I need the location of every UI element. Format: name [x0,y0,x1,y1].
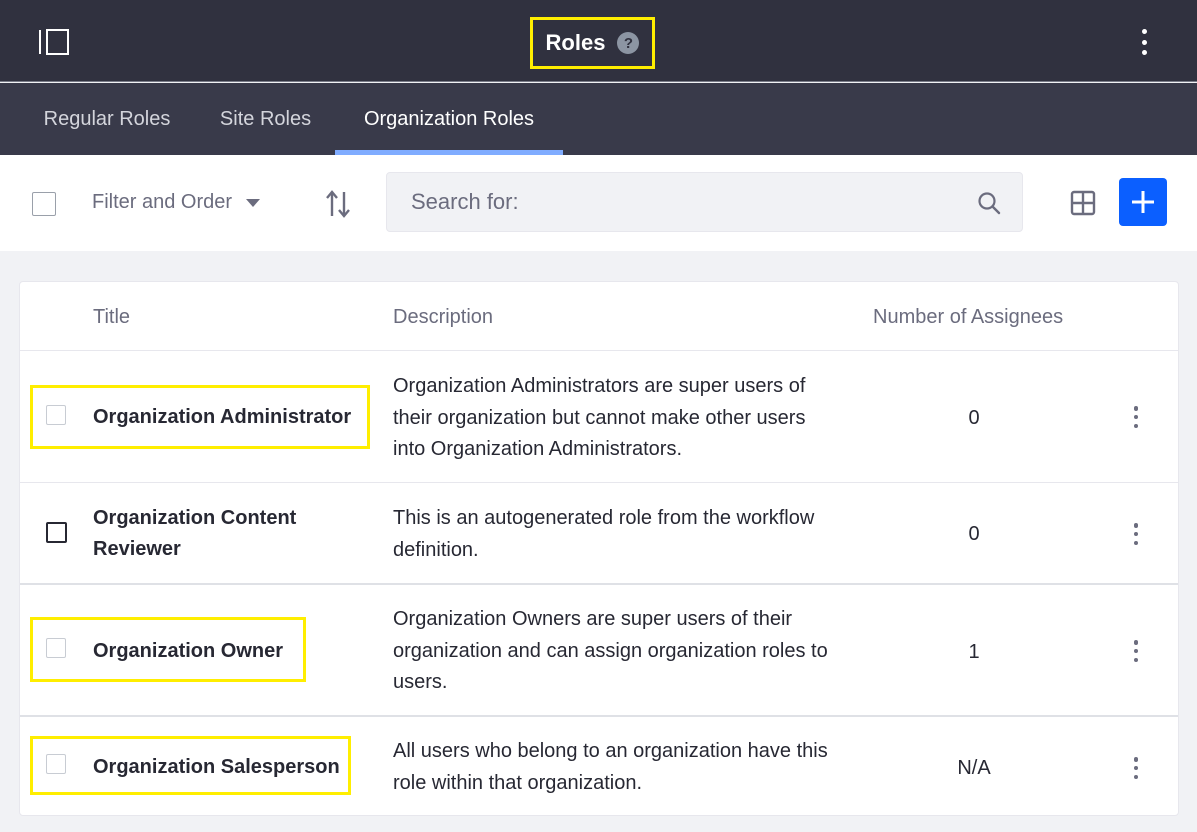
top-app-bar: Roles ? [0,0,1197,82]
row-checkbox[interactable] [46,405,66,425]
search-bar [386,172,1023,232]
plus-icon [1132,191,1154,213]
table-row: Organization Content Reviewer This is an… [20,482,1178,582]
filter-and-order-dropdown[interactable]: Filter and Order [92,191,261,214]
role-title-link[interactable]: Organization Owner [93,636,283,667]
column-header-description[interactable]: Description [393,306,493,329]
role-description: Organization Administrators are super us… [393,375,806,460]
page-title-area: Roles ? [530,17,655,69]
assignee-count: 1 [968,641,980,663]
order-arrows-icon[interactable] [324,189,352,219]
role-description: This is an autogenerated role from the w… [393,507,815,561]
search-input[interactable] [387,173,967,231]
table-row: Organization Owner Organization Owners a… [20,583,1178,715]
kebab-menu-icon[interactable] [1133,29,1155,55]
add-role-button[interactable] [1119,178,1167,226]
table-row: Organization Administrator Organization … [20,350,1178,482]
assignee-count: N/A [957,757,991,779]
tab-site-roles[interactable]: Site Roles [200,83,331,155]
assignee-count: 0 [968,407,980,429]
grid-view-icon[interactable] [1070,190,1096,216]
table-row: Organization Salesperson All users who b… [20,715,1178,815]
select-all-checkbox[interactable] [32,192,56,216]
role-title-link[interactable]: Organization Administrator [93,402,351,433]
assignee-count: 0 [968,523,980,545]
tab-regular-roles[interactable]: Regular Roles [24,83,190,155]
row-checkbox[interactable] [46,522,67,543]
roles-table: Title Description Number of Assignees Or… [19,281,1179,816]
role-title-link[interactable]: Organization Content Reviewer [93,503,353,565]
row-actions-kebab-icon[interactable] [1132,640,1140,662]
page-title: Roles [545,30,606,55]
navigation-tabs: Regular Roles Site Roles Organization Ro… [0,83,1197,155]
role-description: All users who belong to an organization … [393,740,828,794]
caret-down-icon [246,198,261,207]
search-icon[interactable] [977,191,1001,215]
management-toolbar: Filter and Order [0,155,1197,251]
sidebar-toggle-icon[interactable] [38,28,70,56]
help-icon[interactable]: ? [617,32,640,54]
tab-organization-roles[interactable]: Organization Roles [335,83,563,155]
row-checkbox[interactable] [46,754,66,774]
row-actions-kebab-icon[interactable] [1132,406,1140,428]
filter-and-order-label: Filter and Order [92,191,233,213]
row-checkbox[interactable] [46,638,66,658]
column-header-assignees[interactable]: Number of Assignees [873,306,1063,329]
row-actions-kebab-icon[interactable] [1132,523,1140,545]
role-title-link[interactable]: Organization Salesperson [93,752,340,783]
column-header-title[interactable]: Title [93,306,130,329]
row-actions-kebab-icon[interactable] [1132,757,1140,779]
role-description: Organization Owners are super users of t… [393,608,828,693]
